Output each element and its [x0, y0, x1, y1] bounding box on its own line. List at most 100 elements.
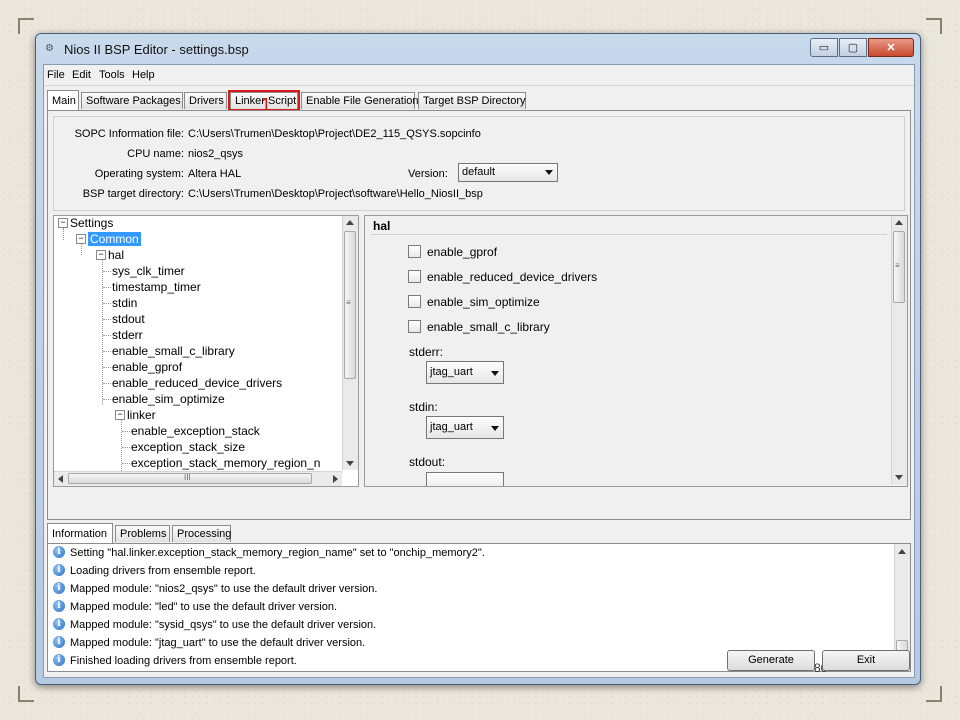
tree-node-enable-exception-stack[interactable]: enable_exception_stack: [131, 423, 260, 439]
bsp-dir-label: BSP target directory:: [82, 188, 184, 200]
checkbox-enable-reduced-device-drivers[interactable]: enable_reduced_device_drivers: [408, 269, 597, 285]
info-icon: i: [53, 582, 65, 595]
collapse-icon[interactable]: −: [115, 409, 125, 420]
cpu-value: nios2_qsys: [188, 148, 244, 160]
tree-horizontal-scrollbar[interactable]: III: [54, 471, 342, 486]
stderr-dropdown[interactable]: jtag_uart: [426, 361, 504, 384]
stdin-value: jtag_uart: [430, 421, 473, 433]
log-entry: i Mapped module: "led" to use the default…: [53, 598, 337, 616]
checkbox[interactable]: [408, 270, 421, 284]
tree-node-stderr[interactable]: stderr: [112, 327, 143, 343]
tree-node-exception-stack-size[interactable]: exception_stack_size: [131, 439, 245, 455]
tree-node-stdin[interactable]: stdin: [112, 295, 137, 311]
cpu-label: CPU name:: [127, 148, 184, 160]
tree-node-timestamp-timer[interactable]: timestamp_timer: [112, 279, 201, 295]
checkbox-enable-sim-optimize[interactable]: enable_sim_optimize: [408, 294, 540, 310]
collapse-icon[interactable]: −: [58, 217, 68, 228]
menu-file[interactable]: File: [47, 69, 65, 81]
grip-icon: ≡: [346, 298, 351, 307]
hal-settings-panel: hal enable_gprof enable_reduced_device_d…: [364, 215, 908, 487]
scroll-up-icon[interactable]: [898, 549, 906, 554]
tab-problems[interactable]: Problems: [115, 525, 170, 542]
chevron-down-icon: [545, 170, 553, 175]
generate-button[interactable]: Generate: [727, 650, 815, 671]
tab-software-packages[interactable]: Software Packages: [81, 92, 183, 109]
info-icon: i: [53, 636, 65, 649]
version-value: default: [462, 166, 496, 178]
checkbox[interactable]: [408, 320, 421, 334]
title-bar[interactable]: ⚙ Nios II BSP Editor - settings.bsp ▭ ▢ …: [36, 34, 920, 64]
frame-corner: [18, 18, 34, 34]
hal-panel-title: hal: [373, 219, 391, 233]
checkbox-enable-small-c-library[interactable]: enable_small_c_library: [408, 319, 550, 335]
bsp-dir-value: C:\Users\Trumen\Desktop\Project\software…: [188, 188, 483, 200]
checkbox[interactable]: [408, 295, 421, 309]
scroll-down-icon[interactable]: [895, 475, 903, 480]
scroll-left-icon[interactable]: [58, 475, 63, 483]
log-entry: i Loading drivers from ensemble report.: [53, 562, 256, 580]
info-icon: i: [53, 618, 65, 631]
collapse-icon[interactable]: −: [96, 249, 106, 260]
tree-node-stdout[interactable]: stdout: [112, 311, 145, 327]
minimize-button[interactable]: ▭: [810, 38, 838, 57]
tree-node-enable-reduced-device-drivers[interactable]: enable_reduced_device_drivers: [112, 375, 282, 391]
info-icon: i: [53, 600, 65, 613]
grip-icon: III: [184, 473, 191, 482]
log-entry: i Setting "hal.linker.exception_stack_mem…: [53, 544, 485, 562]
tree-node-enable-sim-optimize[interactable]: enable_sim_optimize: [112, 391, 225, 407]
scroll-up-icon[interactable]: [346, 220, 354, 225]
os-value: Altera HAL: [188, 168, 242, 180]
version-dropdown[interactable]: default: [458, 163, 558, 182]
tab-processing[interactable]: Processing: [172, 525, 231, 542]
stdout-dropdown[interactable]: [426, 472, 504, 486]
scroll-down-icon[interactable]: [346, 461, 354, 466]
frame-corner: [926, 18, 942, 34]
stderr-value: jtag_uart: [430, 366, 473, 378]
tab-main[interactable]: Main: [47, 90, 79, 110]
client-area: File Edit Tools Help Main Software Packa…: [43, 64, 915, 678]
tree-node-hal[interactable]: − hal: [96, 247, 124, 263]
settings-tree[interactable]: − Settings − Common − hal sys_clk_timer tim…: [53, 215, 359, 487]
chevron-down-icon: [491, 426, 499, 431]
log-entry: i Mapped module: "sysid_qsys" to use the …: [53, 616, 376, 634]
tree-node-settings[interactable]: − Settings: [58, 216, 113, 231]
menu-help[interactable]: Help: [132, 69, 155, 81]
stdin-dropdown[interactable]: jtag_uart: [426, 416, 504, 439]
close-button[interactable]: ✕: [868, 38, 914, 57]
checkbox-enable-gprof[interactable]: enable_gprof: [408, 244, 497, 260]
maximize-button[interactable]: ▢: [839, 38, 867, 57]
grip-icon: ≡: [895, 261, 900, 270]
menu-bar: File Edit Tools Help: [44, 65, 914, 86]
log-entry: i Finished loading drivers from ensemble …: [53, 652, 297, 670]
app-icon: ⚙: [45, 43, 54, 54]
bsp-info-panel: SOPC Information file: C:\Users\Trumen\D…: [53, 116, 905, 211]
chevron-down-icon: [491, 371, 499, 376]
menu-tools[interactable]: Tools: [99, 69, 125, 81]
tree-node-linker[interactable]: − linker: [115, 407, 156, 423]
info-icon: i: [53, 546, 65, 559]
tab-drivers[interactable]: Drivers: [184, 92, 227, 109]
tree-node-exception-stack-memory-region[interactable]: exception_stack_memory_region_n: [131, 455, 320, 471]
frame-corner: [18, 686, 34, 702]
checkbox[interactable]: [408, 245, 421, 259]
frame-corner: [926, 686, 942, 702]
collapse-icon[interactable]: −: [76, 233, 86, 244]
exit-button[interactable]: Exit: [822, 650, 910, 671]
log-entry: i Mapped module: "jtag_uart" to use the d…: [53, 634, 365, 652]
tree-node-sys-clk-timer[interactable]: sys_clk_timer: [112, 263, 185, 279]
tree-vertical-scrollbar[interactable]: ≡: [342, 216, 358, 470]
tab-information[interactable]: Information: [47, 523, 113, 543]
hal-vertical-scrollbar[interactable]: ≡: [891, 216, 907, 484]
info-icon: i: [53, 564, 65, 577]
tab-target-bsp-directory[interactable]: Target BSP Directory: [418, 92, 526, 109]
tree-node-common[interactable]: − Common: [76, 231, 141, 247]
stdin-label: stdin:: [409, 400, 438, 414]
tab-enable-file-generation[interactable]: Enable File Generation: [301, 92, 419, 109]
window-title: Nios II BSP Editor - settings.bsp: [64, 42, 249, 57]
os-label: Operating system:: [94, 168, 184, 180]
menu-edit[interactable]: Edit: [72, 69, 91, 81]
scroll-right-icon[interactable]: [333, 475, 338, 483]
tree-node-enable-small-c-library[interactable]: enable_small_c_library: [112, 343, 235, 359]
tree-node-enable-gprof[interactable]: enable_gprof: [112, 359, 182, 375]
scroll-up-icon[interactable]: [895, 220, 903, 225]
